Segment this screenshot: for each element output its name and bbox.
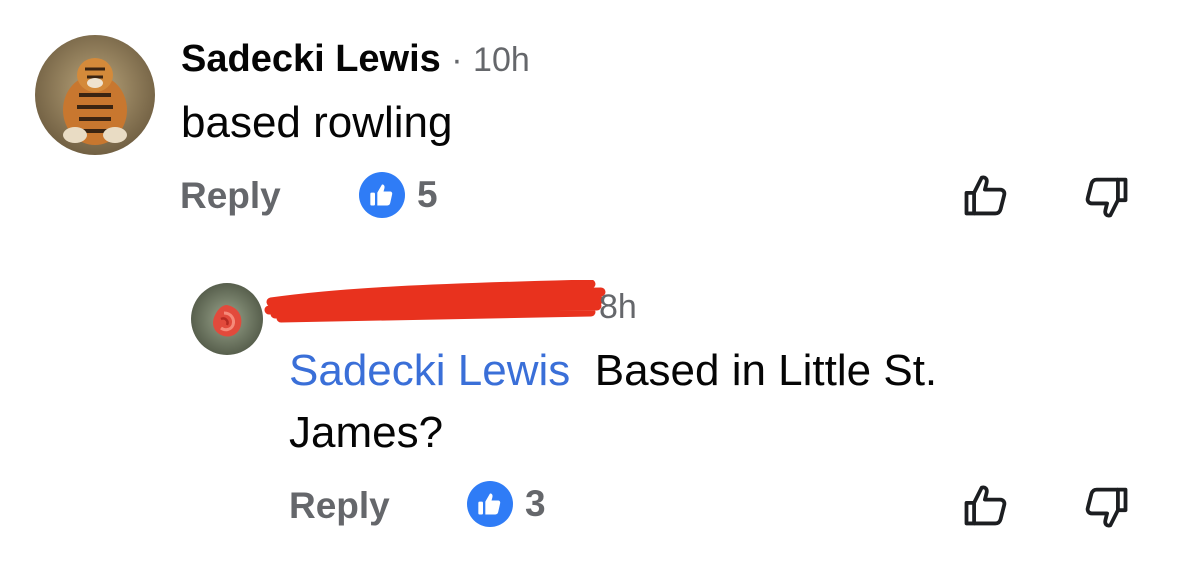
downvote-button[interactable] bbox=[1080, 172, 1132, 224]
thumbs-up-icon bbox=[964, 485, 1007, 526]
mention-link[interactable]: Sadecki Lewis bbox=[289, 346, 570, 395]
thumbs-down-icon bbox=[1085, 487, 1128, 528]
reply-header: C 8h bbox=[264, 280, 649, 334]
reply-text: Sadecki Lewis Based in Little St. James? bbox=[289, 340, 1109, 464]
comment-text: based rowling bbox=[181, 98, 453, 147]
thumbs-down-icon bbox=[1085, 177, 1128, 218]
upvote-button[interactable] bbox=[960, 169, 1012, 221]
red-flower-avatar-icon bbox=[191, 283, 263, 355]
reply-text-line1: Based in Little St. bbox=[594, 346, 938, 395]
thumbs-up-badge-icon bbox=[467, 481, 513, 527]
thumbs-up-badge-icon bbox=[359, 172, 405, 218]
timestamp[interactable]: 10h bbox=[473, 41, 530, 79]
reply-button[interactable]: Reply bbox=[289, 485, 390, 527]
thumbs-up-icon bbox=[964, 175, 1007, 216]
upvote-button[interactable] bbox=[960, 479, 1012, 531]
redaction-scribble bbox=[264, 280, 606, 323]
comment-header: Sadecki Lewis · 10h bbox=[181, 38, 530, 81]
avatar[interactable] bbox=[191, 283, 263, 355]
reply-button[interactable]: Reply bbox=[180, 175, 281, 217]
avatar[interactable] bbox=[35, 35, 155, 155]
separator-dot: · bbox=[451, 41, 463, 79]
like-count: 5 bbox=[417, 174, 438, 215]
like-count: 3 bbox=[525, 483, 546, 524]
reaction-summary[interactable]: 3 bbox=[467, 481, 546, 527]
author-name[interactable]: Sadecki Lewis bbox=[181, 38, 441, 80]
reaction-summary[interactable]: 5 bbox=[359, 172, 438, 218]
tiger-avatar-icon bbox=[35, 35, 155, 155]
reply-text-line2: James? bbox=[289, 408, 444, 457]
downvote-button[interactable] bbox=[1080, 482, 1132, 534]
timestamp[interactable]: 8h bbox=[599, 288, 637, 327]
